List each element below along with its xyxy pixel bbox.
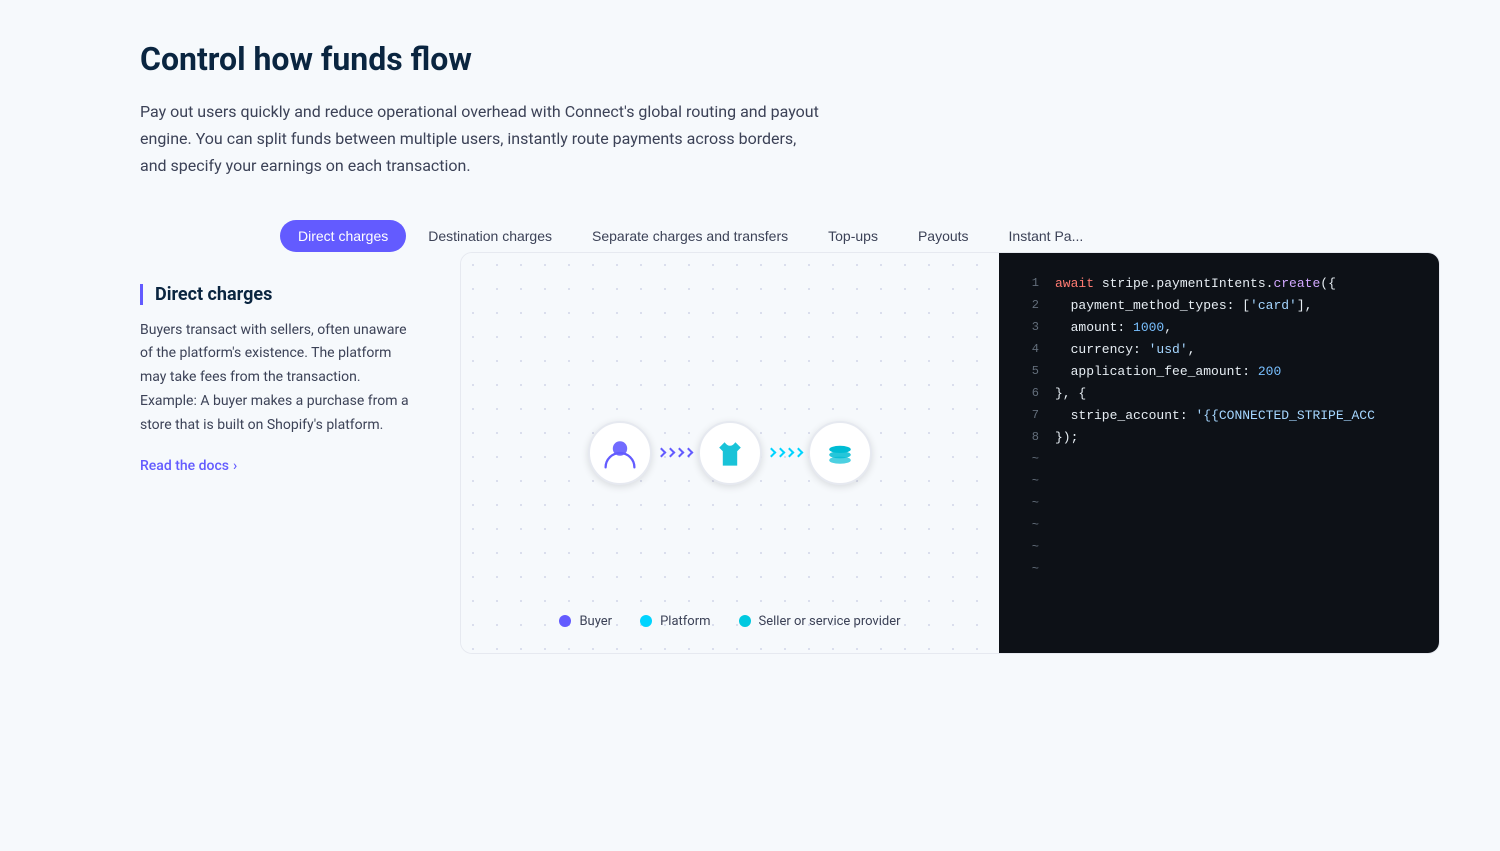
left-panel: Direct charges Buyers transact with sell… [140, 252, 420, 474]
line-num-5: 5 [1015, 361, 1039, 381]
main-content: Direct charges Buyers transact with sell… [140, 252, 1440, 654]
code-line-8: 8 }); [999, 427, 1439, 449]
flow-arrow-2 [768, 449, 802, 456]
line-num-2: 2 [1015, 295, 1039, 315]
platform-icon [712, 435, 748, 471]
code-panel: 1 await stripe.paymentIntents.create({ 2… [999, 253, 1439, 653]
line-num-tilde-3: ~ [1015, 493, 1039, 513]
code-line-3: 3 amount: 1000, [999, 317, 1439, 339]
legend-platform-label: Platform [660, 614, 710, 629]
code-line-tilde-1: ~ [999, 449, 1439, 471]
active-tab-description: Buyers transact with sellers, often unaw… [140, 319, 420, 438]
code-content-8: }); [1055, 427, 1078, 449]
legend-platform-dot [640, 615, 652, 627]
code-line-tilde-4: ~ [999, 515, 1439, 537]
legend-seller-dot [739, 615, 751, 627]
code-line-4: 4 currency: 'usd', [999, 339, 1439, 361]
code-content-6: }, { [1055, 383, 1086, 405]
seller-node [808, 421, 872, 485]
active-tab-title: Direct charges [140, 284, 420, 305]
tab-payouts[interactable]: Payouts [900, 220, 987, 252]
buyer-node [588, 421, 652, 485]
arrow-dot [684, 448, 694, 458]
buyer-icon [602, 435, 638, 471]
read-docs-link[interactable]: Read the docs › [140, 458, 420, 474]
code-line-6: 6 }, { [999, 383, 1439, 405]
line-num-tilde-5: ~ [1015, 537, 1039, 557]
tab-destination-charges[interactable]: Destination charges [410, 220, 570, 252]
tab-direct-charges[interactable]: Direct charges [280, 220, 406, 252]
tabs-container: Direct charges Destination charges Separ… [140, 220, 1440, 252]
legend-buyer: Buyer [559, 614, 612, 629]
read-docs-arrow-icon: › [233, 458, 237, 474]
code-line-1: 1 await stripe.paymentIntents.create({ [999, 273, 1439, 295]
flow-diagram [588, 421, 872, 485]
code-line-tilde-6: ~ [999, 559, 1439, 581]
code-line-7: 7 stripe_account: '{{CONNECTED_STRIPE_AC… [999, 405, 1439, 427]
line-num-7: 7 [1015, 405, 1039, 425]
page-description: Pay out users quickly and reduce operati… [140, 98, 820, 180]
legend-platform: Platform [640, 614, 710, 629]
tab-instant-payouts[interactable]: Instant Pa... [991, 220, 1102, 252]
code-content-3: amount: 1000, [1055, 317, 1172, 339]
code-line-5: 5 application_fee_amount: 200 [999, 361, 1439, 383]
code-line-tilde-5: ~ [999, 537, 1439, 559]
seller-icon [822, 435, 858, 471]
diagram-legend: Buyer Platform Seller or service provide… [461, 598, 999, 637]
read-docs-label: Read the docs [140, 458, 229, 474]
tab-separate-charges[interactable]: Separate charges and transfers [574, 220, 806, 252]
line-num-tilde-1: ~ [1015, 449, 1039, 469]
legend-buyer-label: Buyer [579, 614, 612, 629]
legend-seller-label: Seller or service provider [759, 614, 901, 629]
line-num-1: 1 [1015, 273, 1039, 293]
legend-buyer-dot [559, 615, 571, 627]
code-content-1: await stripe.paymentIntents.create({ [1055, 273, 1336, 295]
diagram-code-wrapper: Buyer Platform Seller or service provide… [460, 252, 1440, 654]
line-num-tilde-6: ~ [1015, 559, 1039, 579]
platform-node [698, 421, 762, 485]
tab-top-ups[interactable]: Top-ups [810, 220, 896, 252]
line-num-3: 3 [1015, 317, 1039, 337]
code-content-5: application_fee_amount: 200 [1055, 361, 1281, 383]
code-line-2: 2 payment_method_types: ['card'], [999, 295, 1439, 317]
line-num-tilde-4: ~ [1015, 515, 1039, 535]
diagram-panel: Buyer Platform Seller or service provide… [461, 253, 999, 653]
line-num-tilde-2: ~ [1015, 471, 1039, 491]
line-num-4: 4 [1015, 339, 1039, 359]
right-area: Buyer Platform Seller or service provide… [460, 252, 1440, 654]
flow-arrow-1 [658, 449, 692, 456]
code-content-2: payment_method_types: ['card'], [1055, 295, 1312, 317]
code-content-4: currency: 'usd', [1055, 339, 1195, 361]
line-num-6: 6 [1015, 383, 1039, 403]
code-line-tilde-2: ~ [999, 471, 1439, 493]
code-line-tilde-3: ~ [999, 493, 1439, 515]
line-num-8: 8 [1015, 427, 1039, 447]
code-content-7: stripe_account: '{{CONNECTED_STRIPE_ACC [1055, 405, 1375, 427]
page-wrapper: Control how funds flow Pay out users qui… [0, 0, 1500, 694]
page-title: Control how funds flow [140, 40, 1440, 78]
legend-seller: Seller or service provider [739, 614, 901, 629]
arrow-dot [794, 448, 804, 458]
